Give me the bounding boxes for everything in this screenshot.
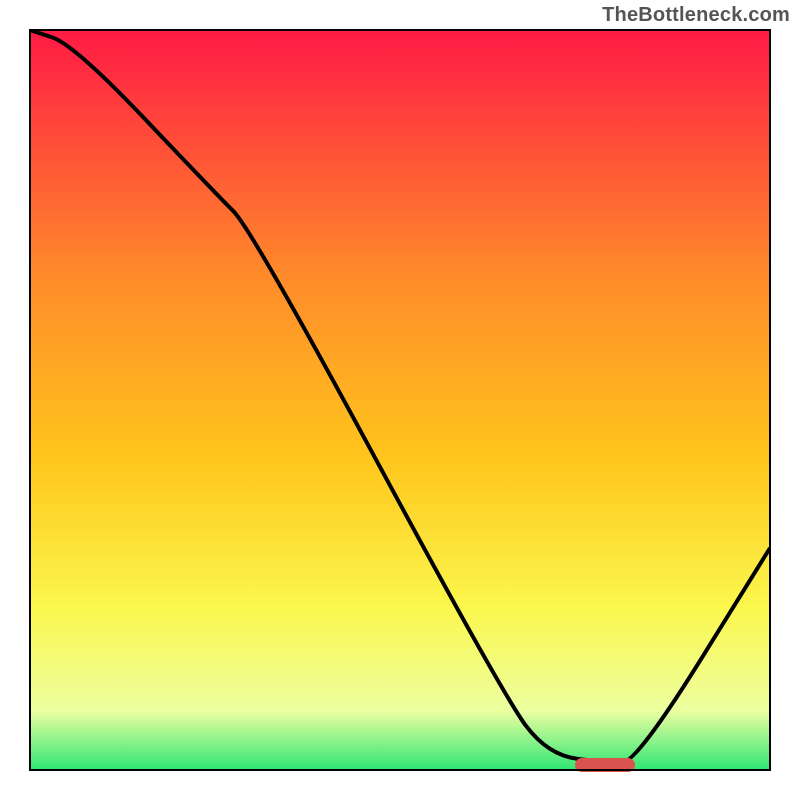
- chart-svg: [0, 0, 800, 800]
- chart-stage: TheBottleneck.com: [0, 0, 800, 800]
- gradient-background: [30, 30, 770, 770]
- watermark-text: TheBottleneck.com: [602, 4, 790, 27]
